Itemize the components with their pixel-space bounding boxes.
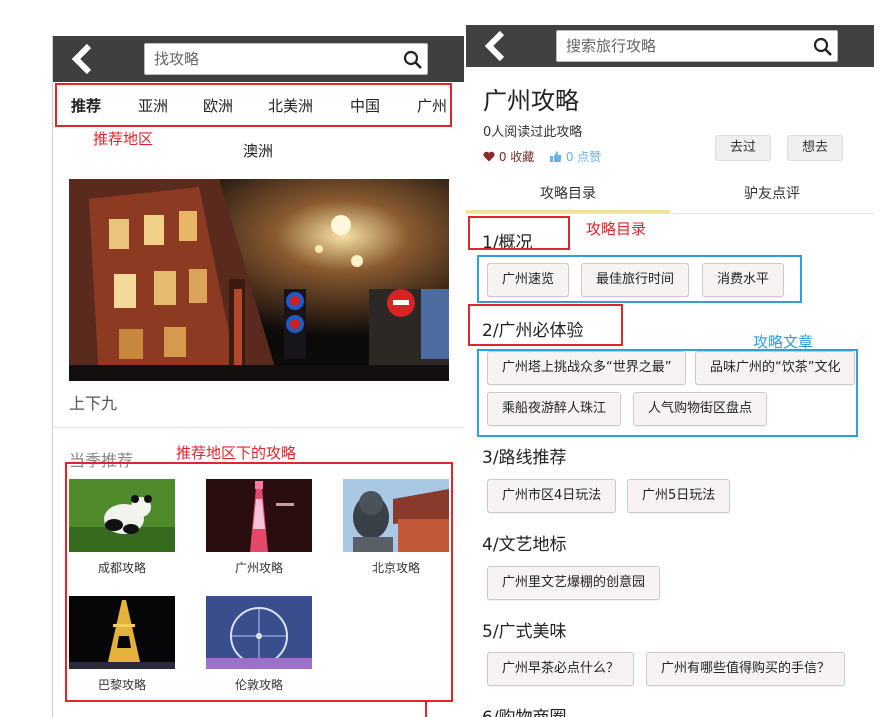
section-heading-5[interactable]: 5/广式美味 bbox=[482, 617, 567, 642]
section-heading-4[interactable]: 4/文艺地标 bbox=[482, 530, 567, 555]
been-there-button[interactable]: 去过 bbox=[715, 135, 772, 161]
tab-oceania[interactable]: 澳洲 bbox=[243, 140, 273, 161]
search-placeholder: 找攻略 bbox=[154, 50, 200, 68]
article-chip[interactable]: 广州早茶必点什么？ bbox=[487, 652, 635, 686]
article-chip[interactable]: 乘船夜游醉人珠江 bbox=[487, 392, 622, 426]
hero-caption: 上下九 bbox=[69, 394, 118, 413]
article-chip[interactable]: 人气购物街区盘点 bbox=[633, 392, 768, 426]
guides-highlight-box bbox=[65, 462, 453, 702]
guides-highlight-tail bbox=[425, 700, 427, 717]
annotation-catalog: 攻略目录 bbox=[586, 220, 647, 238]
top-bar: 搜索旅行攻略 bbox=[466, 25, 874, 67]
section-heading-3[interactable]: 3/路线推荐 bbox=[482, 443, 567, 468]
back-arrow-icon[interactable] bbox=[69, 43, 95, 75]
top-bar: 找攻略 bbox=[53, 36, 464, 82]
article-chip[interactable]: 品味广州的“饮茶”文化 bbox=[695, 351, 856, 385]
articles-highlight-box bbox=[477, 255, 802, 303]
section-heading-6[interactable]: 6/购物商圈 bbox=[482, 703, 567, 717]
heart-icon bbox=[483, 151, 495, 162]
search-placeholder: 搜索旅行攻略 bbox=[566, 37, 657, 55]
article-chip[interactable]: 广州5日玩法 bbox=[627, 479, 731, 513]
search-input[interactable]: 搜索旅行攻略 bbox=[556, 30, 838, 62]
favorite-stat[interactable]: 0 收藏 bbox=[483, 148, 534, 165]
like-stat[interactable]: 0 点赞 bbox=[550, 148, 601, 165]
annotation-tabs: 推荐地区 bbox=[93, 130, 154, 148]
want-to-go-button[interactable]: 想去 bbox=[787, 135, 844, 161]
thumbs-up-icon bbox=[550, 151, 562, 162]
tab-catalog[interactable]: 攻略目录 bbox=[466, 183, 670, 203]
favorite-count: 0 收藏 bbox=[498, 150, 535, 164]
article-chip[interactable]: 广州市区4日玩法 bbox=[487, 479, 617, 513]
tabs-highlight-box bbox=[55, 83, 452, 127]
left-screen: 找攻略 推荐 亚洲 欧洲 北美洲 中国 广州 推荐地区 澳洲 上下九 当季推荐 … bbox=[52, 36, 464, 717]
tab-divider bbox=[466, 213, 874, 214]
right-screen: 搜索旅行攻略 广州攻略 0人阅读过此攻略 0 收藏 0 点赞 去过 想去 攻略目… bbox=[466, 25, 874, 717]
search-icon[interactable] bbox=[403, 50, 423, 70]
search-icon[interactable] bbox=[813, 37, 833, 57]
tab-reviews[interactable]: 驴友点评 bbox=[670, 183, 874, 203]
article-chip[interactable]: 广州塔上挑战众多“世界之最” bbox=[487, 351, 687, 385]
read-count: 0人阅读过此攻略 bbox=[483, 125, 583, 140]
search-input[interactable]: 找攻略 bbox=[144, 43, 428, 75]
section-divider bbox=[53, 427, 464, 428]
catalog-highlight-box bbox=[468, 304, 623, 346]
article-chip[interactable]: 广州里文艺爆棚的创意园 bbox=[487, 566, 661, 600]
hero-image[interactable] bbox=[69, 179, 449, 381]
like-count: 0 点赞 bbox=[565, 150, 602, 164]
annotation-section: 推荐地区下的攻略 bbox=[176, 444, 297, 462]
article-chip[interactable]: 广州有哪些值得购买的手信？ bbox=[646, 652, 846, 686]
page-title: 广州攻略 bbox=[483, 87, 579, 115]
catalog-highlight-box bbox=[468, 216, 570, 250]
back-arrow-icon[interactable] bbox=[482, 30, 508, 62]
